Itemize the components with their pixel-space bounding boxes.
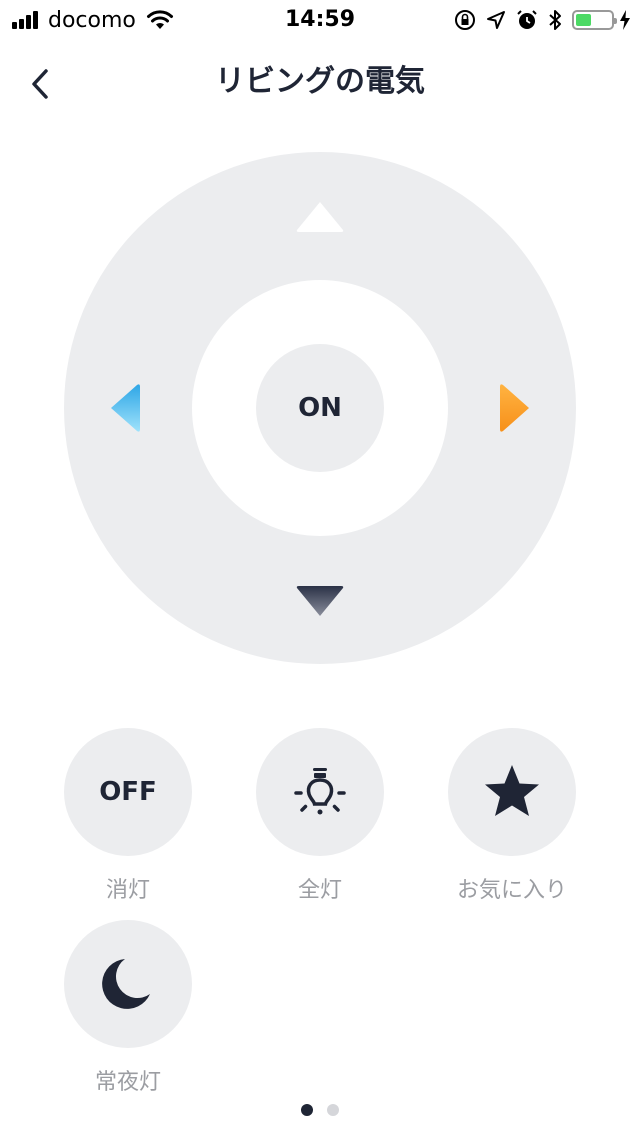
night-light-button-group: 常夜灯 [48, 920, 208, 1098]
night-light-label: 常夜灯 [94, 1070, 161, 1095]
full-light-button-group: 全灯 [240, 728, 400, 906]
off-label: 消灯 [105, 878, 150, 903]
night-light-button[interactable] [64, 920, 192, 1048]
favorite-button-group: お気に入り [432, 728, 592, 906]
right-arrow-button[interactable] [498, 382, 532, 434]
status-right [444, 6, 630, 34]
off-button[interactable]: OFF [64, 728, 192, 856]
status-bar: docomo 14:59 [0, 0, 640, 40]
favorite-button[interactable] [448, 728, 576, 856]
alarm-icon [517, 10, 537, 29]
page-dot[interactable] [327, 1104, 339, 1116]
battery-icon [572, 10, 617, 30]
page-dot-active[interactable] [301, 1104, 313, 1116]
moon-icon [102, 959, 150, 1009]
location-icon [487, 11, 505, 29]
full-light-button[interactable] [256, 728, 384, 856]
battery-tip [614, 18, 617, 24]
left-arrow-button[interactable] [108, 382, 142, 434]
page-indicator [0, 1104, 640, 1116]
nav-header: リビングの電気 [0, 40, 640, 128]
app-screen: docomo 14:59 リビングの電気 ON OFF 消灯 全灯 お気に入り … [0, 0, 640, 1136]
orientation-lock-icon [455, 10, 475, 30]
down-arrow-button[interactable] [294, 584, 346, 618]
dpad: ON [64, 152, 576, 664]
page-title: リビングの電気 [215, 64, 425, 99]
off-button-group: OFF 消灯 [48, 728, 208, 906]
charging-icon [620, 10, 630, 30]
favorite-label: お気に入り [456, 878, 567, 903]
bluetooth-icon [549, 10, 561, 30]
light-bulb-icon [294, 768, 346, 815]
on-button[interactable]: ON [256, 344, 384, 472]
star-icon [485, 765, 539, 816]
off-text: OFF [99, 777, 157, 807]
up-arrow-button[interactable] [294, 200, 346, 234]
full-light-label: 全灯 [297, 878, 342, 903]
battery-fill [576, 14, 592, 26]
